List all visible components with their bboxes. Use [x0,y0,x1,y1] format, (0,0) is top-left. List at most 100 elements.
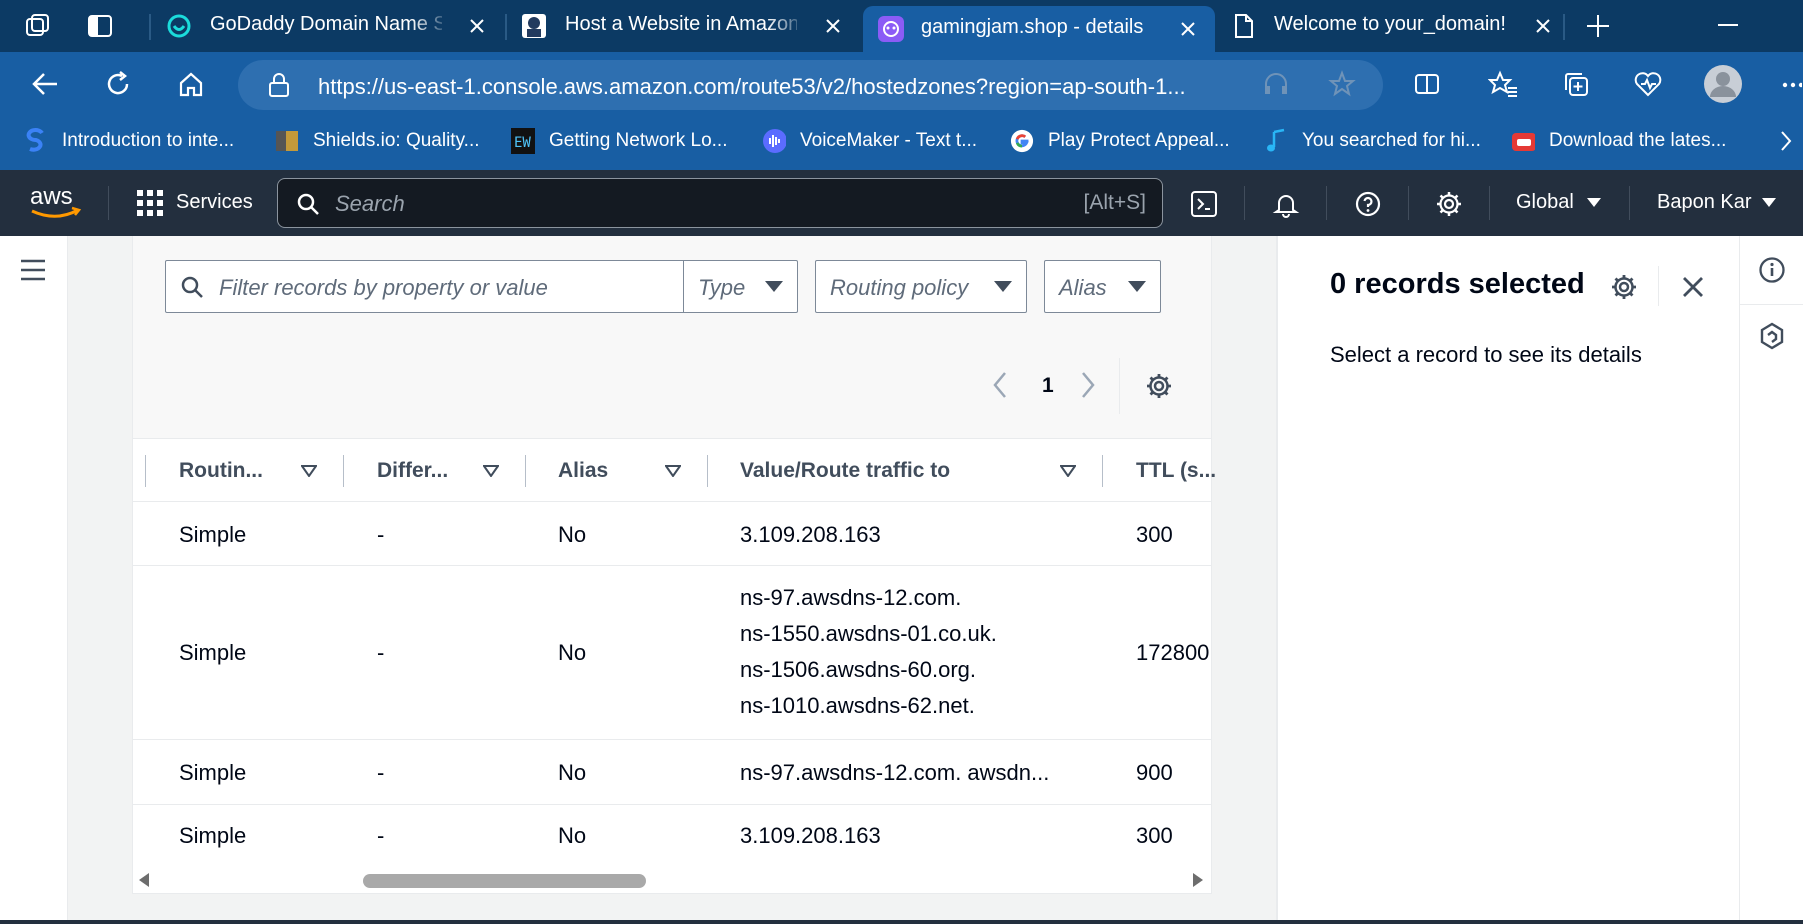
caret-down-icon[interactable] [1587,198,1601,208]
hamburger-menu-icon[interactable] [20,258,46,282]
column-header-differentiator[interactable]: Differ... [377,459,448,483]
split-panel-empty-message: Select a record to see its details [1330,342,1642,367]
browser-essentials-icon[interactable] [1633,70,1663,98]
column-header-alias[interactable]: Alias [558,459,608,483]
favorites-icon[interactable] [1488,70,1518,98]
table-toolbar: Filter records by property or value Type… [133,236,1211,438]
info-icon[interactable] [1758,256,1786,284]
table-preferences-gear-icon[interactable] [1145,372,1173,400]
services-menu-button[interactable]: Services [176,191,253,214]
bookmark-item[interactable]: You searched for hi... [1264,126,1481,156]
home-icon[interactable] [177,70,205,98]
bookmark-item[interactable]: Play Protect Appeal... [1010,126,1230,156]
lock-icon[interactable] [268,72,290,98]
table-row[interactable]: Simple - No 3.109.208.163 300 [133,805,1211,866]
close-tab-icon[interactable] [466,15,488,37]
sort-icon[interactable] [1060,465,1076,477]
url-text[interactable]: https://us-east-1.console.aws.amazon.com… [318,74,1186,100]
favorite-star-icon[interactable] [1328,70,1356,98]
tab-title: GoDaddy Domain Name Sea [210,13,442,35]
help-icon[interactable] [1354,190,1382,218]
aws-logo-icon[interactable]: aws [28,182,84,222]
aws-console-header: aws Services Search [Alt+S] Global Bapon… [0,170,1803,236]
purple-app-icon [877,15,905,43]
aws-search-input[interactable]: Search [Alt+S] [277,178,1163,228]
side-navigation-rail [0,236,68,920]
sort-icon[interactable] [483,465,499,477]
search-placeholder: Search [335,191,405,216]
close-tab-icon[interactable] [822,15,844,37]
refresh-icon[interactable] [104,70,132,98]
bookmark-item[interactable]: EW Getting Network Lo... [511,126,727,156]
type-filter-dropdown[interactable]: Type [683,260,798,313]
bookmark-item[interactable]: Introduction to inte... [24,126,234,156]
table-row[interactable]: Simple - No 3.109.208.163 300 [133,502,1211,566]
horizontal-scrollbar[interactable] [133,866,1211,892]
notifications-bell-icon[interactable] [1272,190,1300,218]
table-row[interactable]: Simple - No ns-97.awsdns-12.com. ns-1550… [133,566,1211,740]
scrollbar-thumb[interactable] [363,874,646,888]
filter-placeholder: Filter records by property or value [219,275,548,300]
cloudshell-icon[interactable] [1190,190,1218,218]
bookmark-item[interactable]: Shields.io: Quality... [275,126,480,156]
workspaces-icon[interactable] [24,12,52,40]
services-grid-icon[interactable] [136,189,164,217]
ew-logo-icon: EW [511,128,535,154]
new-tab-icon[interactable] [1584,12,1612,40]
column-header-routing[interactable]: Routin... [179,459,263,483]
column-header-ttl[interactable]: TTL (s... [1136,459,1216,483]
settings-gear-icon[interactable] [1435,190,1463,218]
right-tools-rail [1739,236,1803,920]
svg-text:aws: aws [30,183,73,210]
search-icon [296,192,320,216]
records-table-container: Filter records by property or value Type… [132,236,1216,894]
tab-title: Welcome to your_domain! [1274,13,1506,35]
collections-icon[interactable] [1562,70,1590,98]
close-tab-icon[interactable] [1532,15,1554,37]
bottom-bar [0,920,1803,924]
tab-godaddy[interactable]: GoDaddy Domain Name Sea [160,0,505,52]
sort-icon[interactable] [665,465,681,477]
s-logo-icon [24,128,48,153]
next-page-icon[interactable] [1080,371,1096,399]
google-icon [1010,129,1034,153]
chevron-right-icon[interactable] [1779,129,1793,153]
previous-page-icon[interactable] [992,371,1008,399]
more-options-icon[interactable] [1782,82,1802,88]
table-header-row: Routin... Differ... Alias Value/Route tr… [133,438,1216,502]
table-row[interactable]: Simple - No ns-97.awsdns-12.com. awsdn..… [133,740,1211,805]
search-icon [180,275,204,299]
tab-host-website[interactable]: Host a Website in Amazon W [515,0,860,52]
tab-welcome-domain[interactable]: Welcome to your_domain! [1218,0,1563,52]
account-menu[interactable]: Bapon Kar [1657,191,1752,214]
sort-icon[interactable] [301,465,317,477]
caret-down-icon[interactable] [1762,198,1776,208]
vertical-tabs-icon[interactable] [86,12,114,40]
feedback-hexagon-icon[interactable] [1758,322,1786,350]
back-arrow-icon[interactable] [30,70,60,98]
routing-policy-dropdown[interactable]: Routing policy [815,260,1027,313]
close-tab-icon[interactable] [1177,18,1199,40]
caret-down-icon [765,281,783,293]
shields-icon [275,129,299,153]
close-icon[interactable] [1681,275,1705,299]
music-note-icon [1264,128,1288,153]
record-filter-input[interactable]: Filter records by property or value [165,260,684,313]
split-screen-icon[interactable] [1413,70,1441,98]
bookmarks-bar: Introduction to inte... Shields.io: Qual… [0,115,1803,170]
minimize-window-icon[interactable] [1718,24,1738,28]
profile-avatar-icon[interactable] [1703,64,1743,104]
scroll-right-arrow-icon[interactable] [1193,873,1203,887]
alias-dropdown[interactable]: Alias [1044,260,1161,313]
bookmark-item[interactable]: VoiceMaker - Text t... [762,126,977,156]
scroll-left-arrow-icon[interactable] [139,873,149,887]
tab-title: Host a Website in Amazon W [565,13,797,35]
tab-gamingjam-details[interactable]: gamingjam.shop - details [863,6,1215,52]
bookmark-item[interactable]: Download the lates... [1511,126,1726,156]
split-panel-preferences-gear-icon[interactable] [1610,273,1638,301]
current-page-number[interactable]: 1 [1042,374,1054,398]
column-header-value[interactable]: Value/Route traffic to [740,459,950,483]
voicemaker-icon [762,129,786,153]
read-aloud-icon[interactable] [1263,72,1289,96]
region-selector[interactable]: Global [1516,191,1574,214]
